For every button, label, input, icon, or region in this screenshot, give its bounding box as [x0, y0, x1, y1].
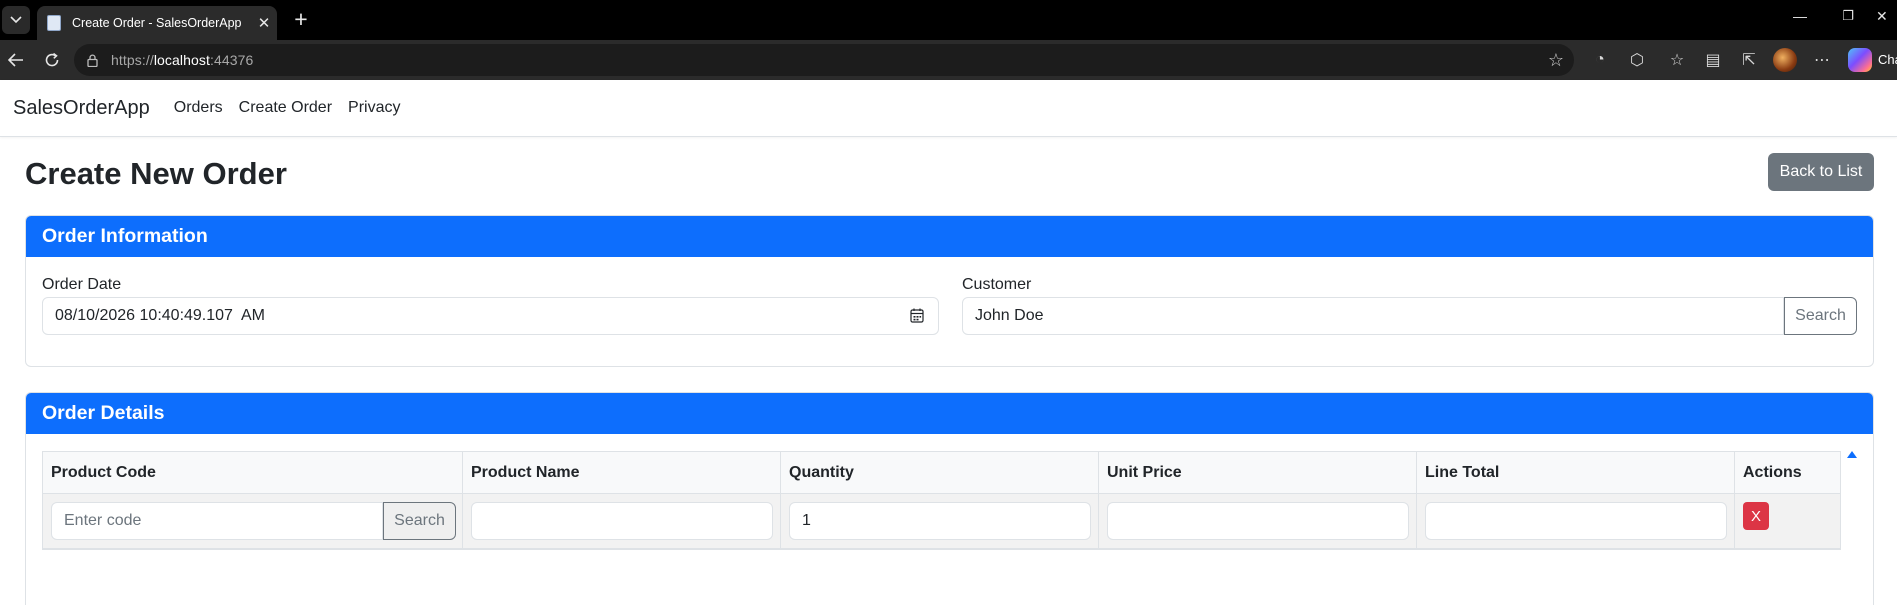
unit-price-input[interactable] [1107, 502, 1409, 540]
order-date-label: Order Date [42, 276, 122, 293]
order-details-card: Order Details Product Code Product Name … [25, 392, 1874, 605]
copilot-icon[interactable] [1848, 48, 1872, 72]
cell-product-name [463, 494, 781, 549]
chevron-down-icon [10, 16, 22, 24]
cell-line-total [1417, 494, 1735, 549]
page-title: Create New Order [25, 156, 287, 191]
customer-search-button[interactable]: Search [1784, 297, 1857, 335]
favorite-star-icon[interactable]: ☆ [1548, 50, 1564, 71]
order-information-header: Order Information [26, 216, 1873, 257]
order-lines-table: Product Code Product Name Quantity Unit … [42, 451, 1841, 550]
column-header-quantity: Quantity [781, 452, 1099, 494]
cell-quantity: 1 [781, 494, 1099, 549]
customer-label: Customer [962, 276, 1032, 293]
app-navbar: SalesOrderApp Orders Create Order Privac… [0, 80, 1897, 137]
customer-value: John Doe [975, 307, 1044, 324]
table-header-row: Product Code Product Name Quantity Unit … [43, 452, 1840, 494]
calendar-icon[interactable] [910, 308, 924, 323]
extensions-icon[interactable]: ⬡ [1626, 50, 1648, 70]
customer-input[interactable]: John Doe [962, 297, 1784, 335]
browser-toolbar: https://localhost:44376 ☆ ◔ ⬡ ☆ ▤ ⇱ ⋯ Ch… [0, 40, 1897, 80]
column-header-unit-price: Unit Price [1099, 452, 1417, 494]
browser-titlebar: Create Order - SalesOrderApp ✕ + — ❐ ✕ [0, 0, 1897, 40]
order-date-value: 08/10/2026 10:40:49.107 AM [55, 307, 265, 324]
remove-line-button[interactable]: X [1743, 502, 1769, 530]
new-tab-button[interactable]: + [287, 7, 315, 33]
share-icon[interactable]: ⇱ [1738, 50, 1760, 70]
column-header-line-total: Line Total [1417, 452, 1735, 494]
address-bar[interactable]: https://localhost:44376 ☆ [74, 44, 1574, 76]
nav-link-create-order[interactable]: Create Order [239, 99, 332, 117]
cell-unit-price [1099, 494, 1417, 549]
product-name-input[interactable] [471, 502, 773, 540]
table-row: Enter code Search 1 X [43, 494, 1840, 549]
tab-list-button[interactable] [2, 6, 30, 34]
copilot-label[interactable]: Cha [1878, 52, 1897, 67]
back-arrow-icon[interactable] [4, 48, 28, 72]
product-code-input[interactable]: Enter code [51, 502, 383, 540]
browser-tab-active[interactable]: Create Order - SalesOrderApp ✕ [37, 6, 277, 40]
close-window-icon[interactable]: ✕ [1876, 8, 1897, 25]
scroll-up-arrow-icon[interactable] [1847, 451, 1857, 458]
cell-product-code: Enter code Search [43, 494, 463, 549]
tab-title: Create Order - SalesOrderApp [72, 16, 242, 30]
close-tab-icon[interactable]: ✕ [251, 14, 277, 32]
restore-icon[interactable]: ❐ [1828, 8, 1868, 24]
back-to-list-button[interactable]: Back to List [1768, 153, 1874, 191]
refresh-icon[interactable] [40, 48, 64, 72]
column-header-product-code: Product Code [43, 452, 463, 494]
favorites-icon[interactable]: ☆ [1666, 50, 1688, 70]
column-header-actions: Actions [1743, 464, 1802, 481]
order-date-input[interactable]: 08/10/2026 10:40:49.107 AM [42, 297, 939, 335]
order-details-header: Order Details [26, 393, 1873, 434]
minimize-icon[interactable]: — [1780, 8, 1820, 24]
line-total-input[interactable] [1425, 502, 1727, 540]
cell-actions: X [1735, 494, 1840, 549]
nav-link-orders[interactable]: Orders [174, 99, 223, 117]
collections-icon[interactable]: ▤ [1702, 50, 1724, 70]
page-icon [47, 15, 61, 31]
quantity-input[interactable]: 1 [789, 502, 1091, 540]
navbar-brand[interactable]: SalesOrderApp [13, 97, 150, 120]
lock-icon [85, 53, 99, 67]
url-text: https://localhost:44376 [111, 52, 254, 68]
product-search-button[interactable]: Search [383, 502, 456, 540]
browser-essentials-icon[interactable]: ◔ [1589, 50, 1611, 70]
more-options-icon[interactable]: ⋯ [1811, 50, 1833, 70]
column-header-product-name: Product Name [463, 452, 781, 494]
order-information-card: Order Information Order Date 08/10/2026 … [25, 215, 1874, 367]
profile-avatar[interactable] [1773, 48, 1797, 72]
nav-link-privacy[interactable]: Privacy [348, 99, 400, 117]
